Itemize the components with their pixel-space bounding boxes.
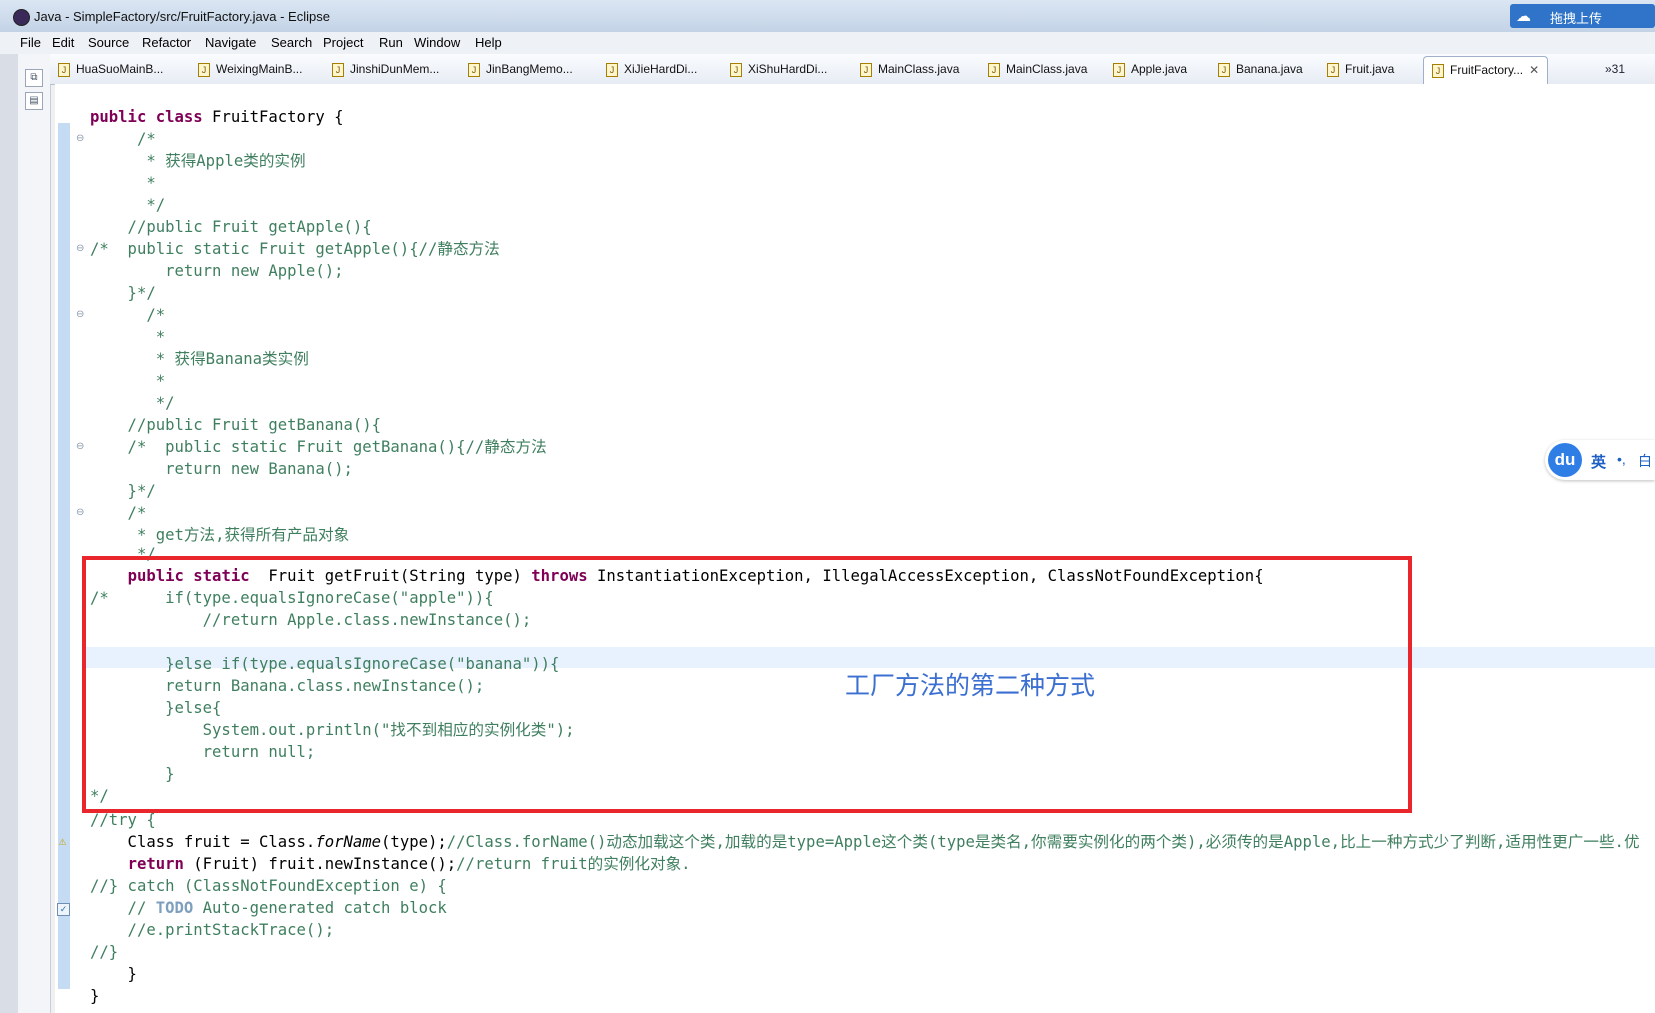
close-icon[interactable]: ✕ [1529, 63, 1539, 77]
tab-weixing[interactable]: J WeixingMainB... [198, 62, 302, 77]
tab-fruit[interactable]: J Fruit.java [1327, 62, 1394, 77]
code-line: */ [90, 394, 175, 412]
code-line: public class FruitFactory { [90, 108, 344, 126]
annotation-text: 工厂方法的第二种方式 [845, 671, 1096, 700]
tab-overflow-button[interactable]: »31 [1605, 62, 1625, 76]
ime-toolbar[interactable]: du 英 •, 白 [1545, 440, 1655, 480]
java-file-icon: J [1218, 62, 1230, 77]
java-file-icon: J [730, 62, 742, 77]
fold-toggle-icon[interactable]: ⊖ [76, 507, 84, 518]
cloud-icon: ☁ [1516, 8, 1531, 25]
tab-jinshidun[interactable]: J JinshiDunMem... [332, 62, 439, 77]
fold-toggle-icon[interactable]: ⊖ [76, 243, 84, 254]
ime-more[interactable]: 白 [1638, 451, 1652, 471]
highlight-box [82, 556, 1412, 813]
ime-punct[interactable]: •, [1617, 451, 1626, 467]
tab-mainclass-1[interactable]: J MainClass.java [860, 62, 959, 77]
tab-fruitfactory[interactable]: J FruitFactory... ✕ [1423, 56, 1549, 84]
title-bar: Java - SimpleFactory/src/FruitFactory.ja… [0, 0, 1655, 33]
tab-huasuo[interactable]: J HuaSuoMainB... [58, 62, 163, 77]
code-line: Class fruit = Class.forName(type);//Clas… [90, 833, 1640, 851]
tab-banana[interactable]: J Banana.java [1218, 62, 1303, 77]
code-line: * [90, 174, 156, 192]
code-line: } [90, 965, 137, 983]
code-line: * 获得Apple类的实例 [90, 152, 306, 170]
editor-tab-bar: J HuaSuoMainB... J WeixingMainB... J Jinshi… [50, 54, 1655, 85]
left-minimized-panel: ⧉ ▤ [18, 54, 51, 1013]
restore-icon[interactable]: ⧉ [25, 69, 43, 87]
java-file-icon: J [1327, 62, 1339, 77]
code-line: * [90, 372, 166, 390]
ime-mode[interactable]: 英 [1591, 451, 1606, 472]
code-line: //public Fruit getApple(){ [90, 218, 372, 236]
menu-project[interactable]: Project [323, 35, 363, 50]
menu-help[interactable]: Help [475, 35, 502, 50]
code-line: //} [90, 943, 119, 961]
window-title: Java - SimpleFactory/src/FruitFactory.ja… [34, 9, 330, 24]
tab-jinbang[interactable]: J JinBangMemo... [468, 62, 573, 77]
menu-search[interactable]: Search [271, 35, 312, 50]
code-line: /* public static Fruit getBanana(){//静态方… [90, 438, 547, 456]
code-line: /* [90, 504, 147, 522]
code-line: * [90, 328, 166, 346]
code-line: // TODO Auto-generated catch block [90, 899, 447, 917]
tab-apple[interactable]: J Apple.java [1113, 62, 1187, 77]
code-line: return new Apple(); [90, 262, 344, 280]
code-line: /* public static Fruit getApple(){//静态方法 [90, 240, 500, 258]
menu-window[interactable]: Window [414, 35, 460, 50]
menu-source[interactable]: Source [88, 35, 129, 50]
java-file-icon: J [198, 62, 210, 77]
left-window-strip [0, 54, 19, 1013]
code-line: return (Fruit) fruit.newInstance();//ret… [127, 855, 691, 873]
code-line: */ [90, 196, 166, 214]
java-file-icon: J [988, 62, 1000, 77]
upload-button[interactable]: ☁ 拖拽上传 [1510, 4, 1655, 28]
eclipse-icon [13, 9, 30, 26]
menu-bar: File Edit Source Refactor Navigate Searc… [0, 32, 1655, 54]
package-explorer-icon[interactable]: ▤ [25, 92, 43, 110]
code-line: * get方法,获得所有产品对象 [90, 526, 350, 544]
baidu-ime-icon[interactable]: du [1548, 443, 1582, 477]
code-line: //try { [90, 811, 156, 829]
task-marker-icon[interactable]: ✓ [57, 903, 70, 916]
code-line: //} catch (ClassNotFoundException e) { [90, 877, 447, 895]
menu-edit[interactable]: Edit [52, 35, 74, 50]
fold-toggle-icon[interactable]: ⊖ [76, 309, 84, 320]
upload-label: 拖拽上传 [1550, 11, 1603, 26]
java-file-icon: J [606, 62, 618, 77]
code-line: * 获得Banana类实例 [90, 350, 309, 368]
fold-toggle-icon[interactable]: ⊖ [76, 133, 84, 144]
tab-xishu[interactable]: J XiShuHardDi... [730, 62, 827, 77]
java-file-icon: J [860, 62, 872, 77]
java-file-icon: J [1432, 63, 1444, 78]
code-line: } [90, 987, 100, 1005]
code-line: //public Fruit getBanana(){ [90, 416, 382, 434]
tab-mainclass-2[interactable]: J MainClass.java [988, 62, 1087, 77]
overview-ruler [58, 123, 70, 989]
code-line: return new Banana(); [90, 460, 353, 478]
code-line: }*/ [90, 284, 156, 302]
tab-xijie[interactable]: J XiJieHardDi... [606, 62, 697, 77]
code-line: /* [90, 130, 156, 148]
java-file-icon: J [468, 62, 480, 77]
code-line: /* [90, 306, 166, 324]
menu-navigate[interactable]: Navigate [205, 35, 256, 50]
code-line: //e.printStackTrace(); [90, 921, 335, 939]
java-file-icon: J [1113, 62, 1125, 77]
java-file-icon: J [58, 62, 70, 77]
fold-toggle-icon[interactable]: ⊖ [76, 441, 84, 452]
menu-refactor[interactable]: Refactor [142, 35, 191, 50]
menu-run[interactable]: Run [379, 35, 403, 50]
warning-marker-icon[interactable]: ⚠ [57, 837, 68, 848]
menu-file[interactable]: File [20, 35, 41, 50]
java-file-icon: J [332, 62, 344, 77]
code-line: }*/ [90, 482, 156, 500]
